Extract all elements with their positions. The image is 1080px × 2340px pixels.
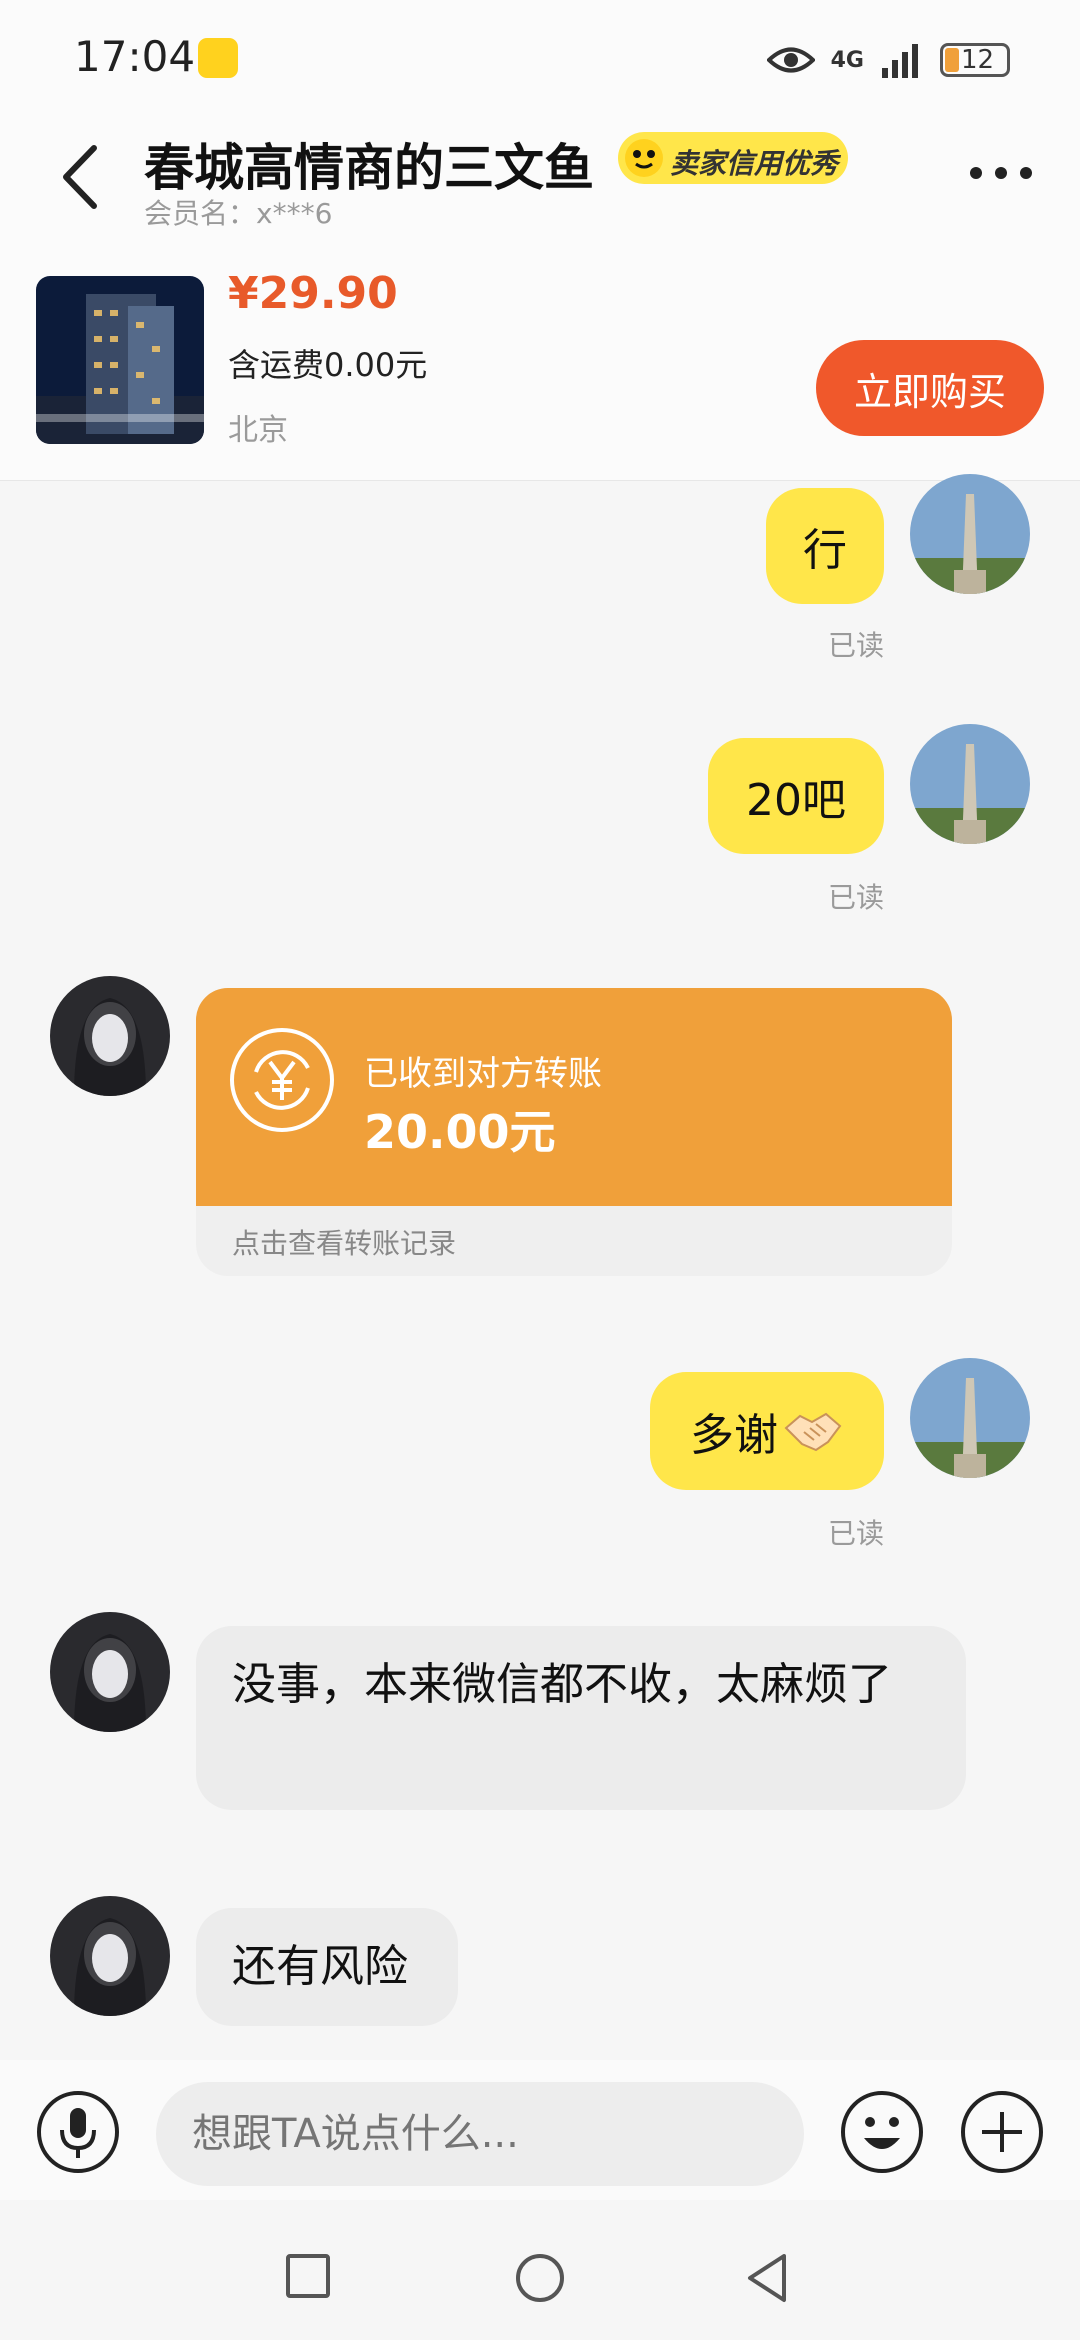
emoji-icon[interactable]	[840, 2090, 924, 2174]
read-receipt: 已读	[828, 1517, 885, 1550]
network-type: 4G	[830, 47, 864, 73]
contact-avatar[interactable]	[50, 976, 170, 1096]
message-text: 行	[803, 525, 847, 576]
home-icon[interactable]	[514, 2252, 566, 2304]
received-message-bubble[interactable]: 没事，本来微信都不收，太麻烦了	[196, 1626, 966, 1810]
battery-icon: 12	[940, 43, 1010, 77]
product-location: 北京	[228, 413, 288, 448]
microphone-icon[interactable]	[36, 2090, 120, 2174]
received-message-bubble[interactable]: 还有风险	[196, 1908, 458, 2026]
transfer-yuan-icon	[230, 1028, 334, 1132]
eye-icon	[766, 47, 815, 73]
recent-apps-icon[interactable]	[284, 2252, 332, 2300]
transfer-card[interactable]: 已收到对方转账 20.00元 点击查看转账记录	[196, 988, 952, 1276]
transfer-title: 已收到对方转账	[364, 1054, 602, 1094]
app-notification-icon	[198, 38, 238, 78]
battery-level: 12	[961, 45, 995, 75]
view-transfer-record-link[interactable]: 点击查看转账记录	[232, 1222, 456, 1262]
handshake-emoji-icon	[784, 1412, 842, 1452]
product-thumbnail[interactable]	[36, 276, 204, 444]
message-text: 还有风险	[232, 1941, 408, 1992]
read-receipt: 已读	[828, 881, 885, 914]
back-nav-icon[interactable]	[744, 2252, 792, 2304]
contact-avatar[interactable]	[50, 1612, 170, 1732]
buy-now-button[interactable]: 立即购买	[816, 340, 1044, 436]
transfer-amount: 20.00元	[364, 1105, 556, 1159]
read-receipt: 已读	[828, 629, 885, 662]
seller-credit-badge: 卖家信用优秀	[618, 132, 848, 184]
status-indicators: 4G 12	[766, 36, 1010, 84]
more-options-icon[interactable]	[968, 158, 1034, 188]
message-input[interactable]	[156, 2082, 804, 2186]
sent-message-bubble[interactable]: 20吧	[708, 738, 884, 854]
my-avatar[interactable]	[910, 1358, 1030, 1478]
sent-message-bubble[interactable]: 多谢	[650, 1372, 884, 1490]
my-avatar[interactable]	[910, 724, 1030, 844]
shipping-info: 含运费0.00元	[228, 346, 428, 384]
member-name: 会员名：x***6	[144, 197, 333, 230]
chat-title: 春城高情商的三文鱼	[144, 139, 594, 197]
seller-badge-label: 卖家信用优秀	[670, 147, 839, 180]
my-avatar[interactable]	[910, 474, 1030, 594]
message-text: 没事，本来微信都不收，太麻烦了	[232, 1659, 892, 1710]
contact-avatar[interactable]	[50, 1896, 170, 2016]
status-time: 17:04	[74, 32, 196, 81]
signal-icon	[882, 44, 918, 78]
product-price: ¥29.90	[228, 268, 398, 319]
back-arrow-icon[interactable]	[54, 142, 114, 212]
add-attachment-icon[interactable]	[960, 2090, 1044, 2174]
smiley-face-icon	[625, 139, 663, 177]
message-text: 20吧	[746, 775, 846, 826]
sent-message-bubble[interactable]: 行	[766, 488, 884, 604]
message-text: 多谢	[690, 1410, 778, 1461]
